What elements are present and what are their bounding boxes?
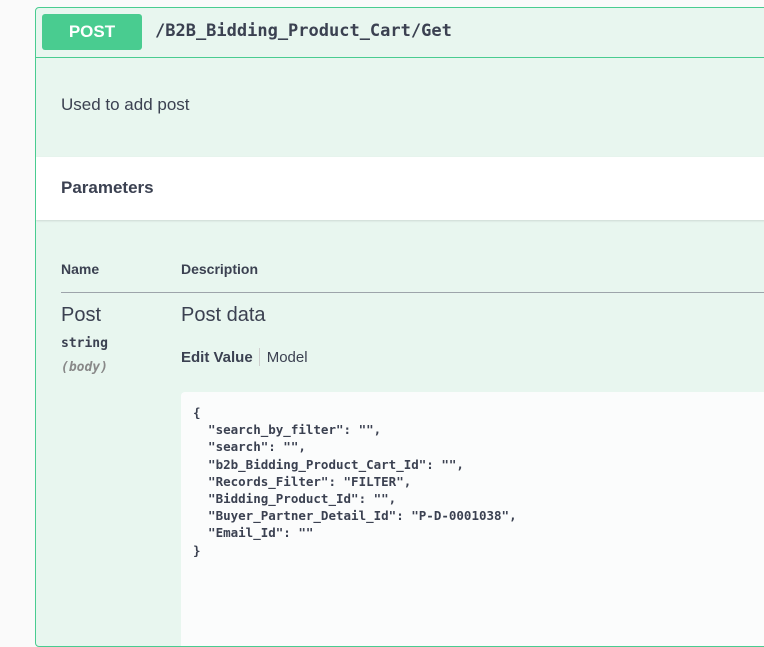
operation-description: Used to add post <box>61 95 190 114</box>
column-header-description: Description <box>181 261 259 277</box>
operation-summary[interactable]: POST /B2B_Bidding_Product_Cart/Get <box>36 8 764 58</box>
operation-block: POST /B2B_Bidding_Product_Cart/Get Used … <box>35 7 764 647</box>
http-method-badge: POST <box>42 14 142 50</box>
parameters-title: Parameters <box>61 178 154 197</box>
parameter-location: (body) <box>61 360 108 375</box>
parameter-type: string <box>61 336 108 351</box>
request-body-editor[interactable]: { "search_by_filter": "", "search": "", … <box>181 392 764 646</box>
parameters-section-header: Parameters <box>36 157 764 220</box>
table-header-divider <box>61 292 764 293</box>
endpoint-path: /B2B_Bidding_Product_Cart/Get <box>155 21 452 41</box>
parameter-name: Post <box>61 304 102 326</box>
tab-model[interactable]: Model <box>267 349 308 366</box>
parameter-description: Post data <box>181 304 266 326</box>
body-view-tabs: Edit Value Model <box>181 348 308 366</box>
tab-divider <box>258 348 260 366</box>
column-header-name: Name <box>61 261 100 277</box>
tab-edit-value[interactable]: Edit Value <box>181 349 253 366</box>
